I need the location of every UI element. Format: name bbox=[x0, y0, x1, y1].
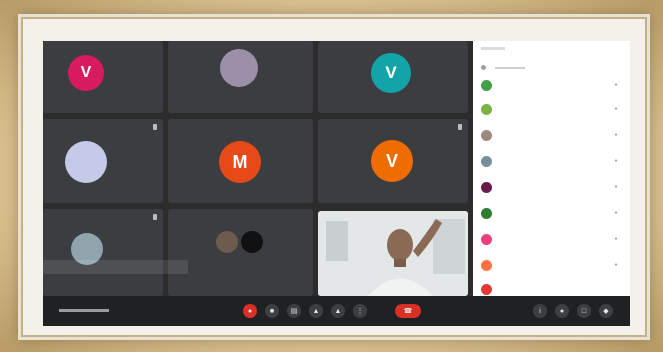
meeting-control-bar: ● ■ ▤ ▲ ▲ ⋮ ☎ i ● □ ◆ bbox=[43, 296, 630, 326]
present-icon[interactable]: ▲ bbox=[331, 304, 345, 318]
people-icon[interactable]: ● bbox=[555, 304, 569, 318]
participant-tile[interactable] bbox=[43, 209, 163, 296]
avatar bbox=[481, 79, 492, 91]
mic-icon[interactable]: ● bbox=[611, 132, 621, 138]
participant-tile[interactable]: V bbox=[318, 41, 468, 113]
participant-tile[interactable] bbox=[43, 119, 163, 203]
participants-panel: ● ● ● ● ● ● ● ● bbox=[473, 41, 630, 296]
mic-icon[interactable]: ● bbox=[611, 82, 621, 88]
participant-row[interactable]: ● bbox=[481, 153, 621, 169]
participant-tile[interactable] bbox=[168, 209, 313, 296]
meeting-time bbox=[59, 309, 109, 312]
video-feed bbox=[318, 211, 468, 296]
participant-row[interactable]: ● bbox=[481, 77, 621, 93]
participant-row[interactable]: ● bbox=[481, 231, 621, 247]
mic-icon[interactable]: ● bbox=[611, 236, 621, 242]
pin-icon[interactable] bbox=[153, 214, 157, 220]
more-options-icon[interactable]: ⋮ bbox=[353, 304, 367, 318]
participant-tile[interactable]: V bbox=[43, 41, 163, 113]
participant-row[interactable]: ● bbox=[481, 179, 621, 195]
participant-tile[interactable]: M bbox=[168, 119, 313, 203]
mic-icon[interactable]: ● bbox=[611, 262, 621, 268]
add-people-icon[interactable] bbox=[481, 65, 486, 70]
avatar bbox=[481, 129, 492, 141]
avatar-initial: V bbox=[80, 64, 92, 81]
pin-icon[interactable] bbox=[458, 124, 462, 130]
raise-hand-icon[interactable]: ▲ bbox=[309, 304, 323, 318]
add-people-label bbox=[495, 67, 525, 69]
avatar: V bbox=[68, 55, 104, 91]
avatar bbox=[481, 207, 492, 219]
avatar bbox=[481, 103, 492, 115]
avatar-initial: V bbox=[385, 63, 397, 82]
activities-icon[interactable]: ◆ bbox=[599, 304, 613, 318]
avatar bbox=[481, 283, 492, 295]
avatar-initial: V bbox=[385, 150, 398, 171]
mic-icon[interactable]: ● bbox=[611, 210, 621, 216]
participant-row[interactable]: ● bbox=[481, 205, 621, 221]
avatar bbox=[220, 49, 258, 87]
caption-bar bbox=[43, 260, 188, 274]
participant-row[interactable]: ● bbox=[481, 257, 621, 273]
avatar bbox=[65, 141, 107, 183]
avatar bbox=[481, 233, 492, 245]
captions-icon[interactable]: ▤ bbox=[287, 304, 301, 318]
participant-tile[interactable]: V bbox=[318, 119, 468, 203]
avatar bbox=[481, 181, 492, 193]
mic-icon[interactable]: ● bbox=[611, 106, 621, 112]
participant-tile[interactable] bbox=[168, 41, 313, 113]
participant-row[interactable]: ● bbox=[481, 127, 621, 143]
end-call-button[interactable]: ☎ bbox=[395, 304, 421, 318]
mic-off-icon[interactable]: ● bbox=[243, 304, 257, 318]
avatar: V bbox=[371, 140, 413, 182]
avatar bbox=[481, 155, 492, 167]
participant-row[interactable] bbox=[481, 281, 621, 297]
panel-title bbox=[481, 47, 505, 50]
participant-video[interactable] bbox=[318, 211, 468, 296]
pin-icon[interactable] bbox=[153, 124, 157, 130]
participant-row[interactable]: ● bbox=[481, 101, 621, 117]
camera-icon[interactable]: ■ bbox=[265, 304, 279, 318]
avatar-initial: M bbox=[232, 151, 248, 172]
info-icon[interactable]: i bbox=[533, 304, 547, 318]
chat-icon[interactable]: □ bbox=[577, 304, 591, 318]
avatar: M bbox=[219, 141, 261, 183]
avatar bbox=[216, 231, 238, 253]
mic-icon[interactable]: ● bbox=[611, 158, 621, 164]
mic-icon[interactable]: ● bbox=[611, 184, 621, 190]
meeting-screen: V V M V ● ● ● ● ● ● ● ● ● ■ ▤ ▲ ▲ ⋮ ☎ i … bbox=[43, 41, 630, 326]
avatar: V bbox=[371, 53, 411, 93]
avatar bbox=[241, 231, 263, 253]
avatar bbox=[481, 259, 492, 271]
